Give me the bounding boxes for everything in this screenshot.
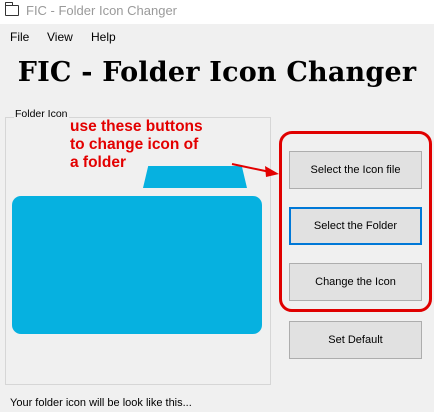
page-title: FIC - Folder Icon Changer (17, 57, 417, 88)
annotation-line: a folder (70, 154, 126, 171)
annotation-line: use these buttons (70, 118, 203, 135)
annotation-line: to change icon of (70, 136, 199, 153)
instruction-annotation: use these buttons to change icon of a fo… (70, 118, 260, 172)
window-title: FIC - Folder Icon Changer (26, 3, 178, 18)
status-text: Your folder icon will be look like this.… (10, 397, 192, 409)
title-bar: FIC - Folder Icon Changer (0, 0, 434, 24)
menu-view[interactable]: View (47, 30, 73, 44)
set-default-button[interactable]: Set Default (289, 321, 422, 359)
folder-outline-icon (4, 2, 19, 16)
change-icon-button[interactable]: Change the Icon (289, 263, 422, 301)
select-folder-button[interactable]: Select the Folder (289, 207, 422, 245)
folder-icon-group-label: Folder Icon (14, 108, 69, 120)
menu-file[interactable]: File (10, 30, 29, 44)
select-icon-file-button[interactable]: Select the Icon file (289, 151, 422, 189)
folder-body-shape (12, 196, 262, 334)
menu-help[interactable]: Help (91, 30, 116, 44)
menu-bar: File View Help (0, 27, 434, 49)
